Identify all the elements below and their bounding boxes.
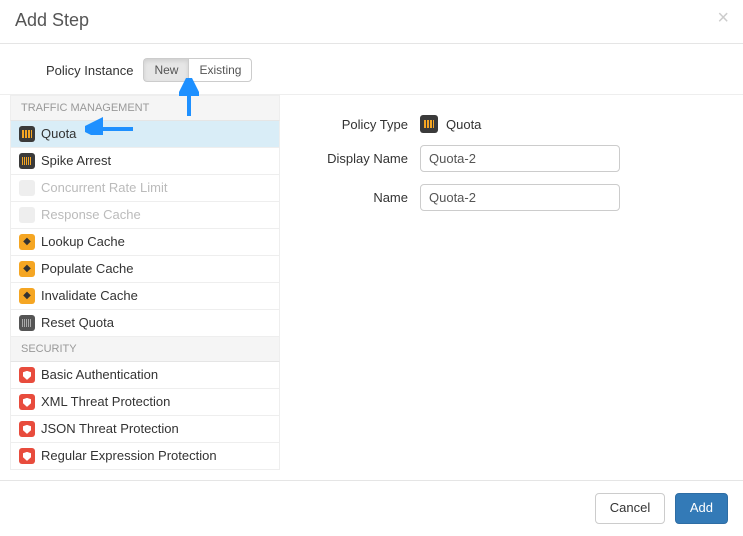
sidebar-item-label: Spike Arrest	[41, 152, 111, 170]
sidebar-item-label: Lookup Cache	[41, 233, 125, 251]
display-name-input[interactable]	[420, 145, 620, 172]
sidebar-item-quota[interactable]: Quota	[11, 121, 279, 148]
sidebar-item-concurrent-rate-limit[interactable]: Concurrent Rate Limit	[11, 175, 279, 202]
policy-instance-row: Policy Instance New Existing	[0, 44, 743, 95]
main-area: TRAFFIC MANAGEMENT Quota Spike Arrest	[0, 95, 743, 470]
populate-cache-icon	[19, 261, 35, 277]
quota-icon	[420, 115, 438, 133]
sidebar-item-label: JSON Threat Protection	[41, 420, 179, 438]
sidebar-item-spike-arrest[interactable]: Spike Arrest	[11, 148, 279, 175]
spike-arrest-icon	[19, 153, 35, 169]
sidebar-item-label: Reset Quota	[41, 314, 114, 332]
policy-type-value: Quota	[420, 115, 481, 133]
sidebar-item-label: Response Cache	[41, 206, 141, 224]
xml-threat-icon	[19, 394, 35, 410]
section-header-security: SECURITY	[10, 336, 280, 362]
add-step-modal: Add Step × Policy Instance New Existing …	[0, 0, 743, 536]
sidebar-item-populate-cache[interactable]: Populate Cache	[11, 256, 279, 283]
sidebar-item-label: Basic Authentication	[41, 366, 158, 384]
sidebar-item-label: Populate Cache	[41, 260, 134, 278]
section-header-traffic: TRAFFIC MANAGEMENT	[10, 95, 280, 121]
close-icon[interactable]: ×	[717, 8, 729, 28]
list-security: Basic Authentication XML Threat Protecti…	[10, 362, 280, 470]
name-label: Name	[310, 190, 420, 205]
form-row-policy-type: Policy Type Quota	[310, 115, 723, 133]
policy-type-label: Policy Type	[310, 117, 420, 132]
cancel-button[interactable]: Cancel	[595, 493, 665, 524]
response-cache-icon	[19, 207, 35, 223]
annotation-arrow-new-icon	[179, 78, 199, 118]
modal-footer: Cancel Add	[0, 480, 743, 536]
sidebar-item-lookup-cache[interactable]: Lookup Cache	[11, 229, 279, 256]
sidebar-item-xml-threat-protection[interactable]: XML Threat Protection	[11, 389, 279, 416]
regex-protection-icon	[19, 448, 35, 464]
basic-auth-icon	[19, 367, 35, 383]
sidebar-item-reset-quota[interactable]: Reset Quota	[11, 310, 279, 336]
sidebar-item-json-threat-protection[interactable]: JSON Threat Protection	[11, 416, 279, 443]
sidebar-item-regex-protection[interactable]: Regular Expression Protection	[11, 443, 279, 469]
form-row-name: Name	[310, 184, 723, 211]
concurrent-rate-limit-icon	[19, 180, 35, 196]
annotation-arrow-quota-icon	[85, 115, 135, 135]
modal-body: Policy Instance New Existing TRAFFIC MAN…	[0, 44, 743, 480]
name-input[interactable]	[420, 184, 620, 211]
policy-type-sidebar: TRAFFIC MANAGEMENT Quota Spike Arrest	[0, 95, 280, 470]
policy-form: Policy Type Quota Display Name Name	[280, 95, 743, 470]
form-row-display-name: Display Name	[310, 145, 723, 172]
sidebar-item-label: Quota	[41, 125, 76, 143]
policy-instance-label: Policy Instance	[46, 63, 133, 78]
sidebar-item-label: Regular Expression Protection	[41, 447, 217, 465]
sidebar-item-label: Invalidate Cache	[41, 287, 138, 305]
sidebar-item-label: XML Threat Protection	[41, 393, 170, 411]
policy-type-text: Quota	[446, 117, 481, 132]
reset-quota-icon	[19, 315, 35, 331]
sidebar-item-label: Concurrent Rate Limit	[41, 179, 167, 197]
quota-icon	[19, 126, 35, 142]
json-threat-icon	[19, 421, 35, 437]
modal-title: Add Step	[15, 10, 728, 31]
add-button[interactable]: Add	[675, 493, 728, 524]
display-name-label: Display Name	[310, 151, 420, 166]
list-traffic: Quota Spike Arrest Concurrent Rate Limit	[10, 121, 280, 336]
sidebar-item-basic-authentication[interactable]: Basic Authentication	[11, 362, 279, 389]
sidebar-item-invalidate-cache[interactable]: Invalidate Cache	[11, 283, 279, 310]
lookup-cache-icon	[19, 234, 35, 250]
invalidate-cache-icon	[19, 288, 35, 304]
modal-header: Add Step ×	[0, 0, 743, 44]
sidebar-item-response-cache[interactable]: Response Cache	[11, 202, 279, 229]
